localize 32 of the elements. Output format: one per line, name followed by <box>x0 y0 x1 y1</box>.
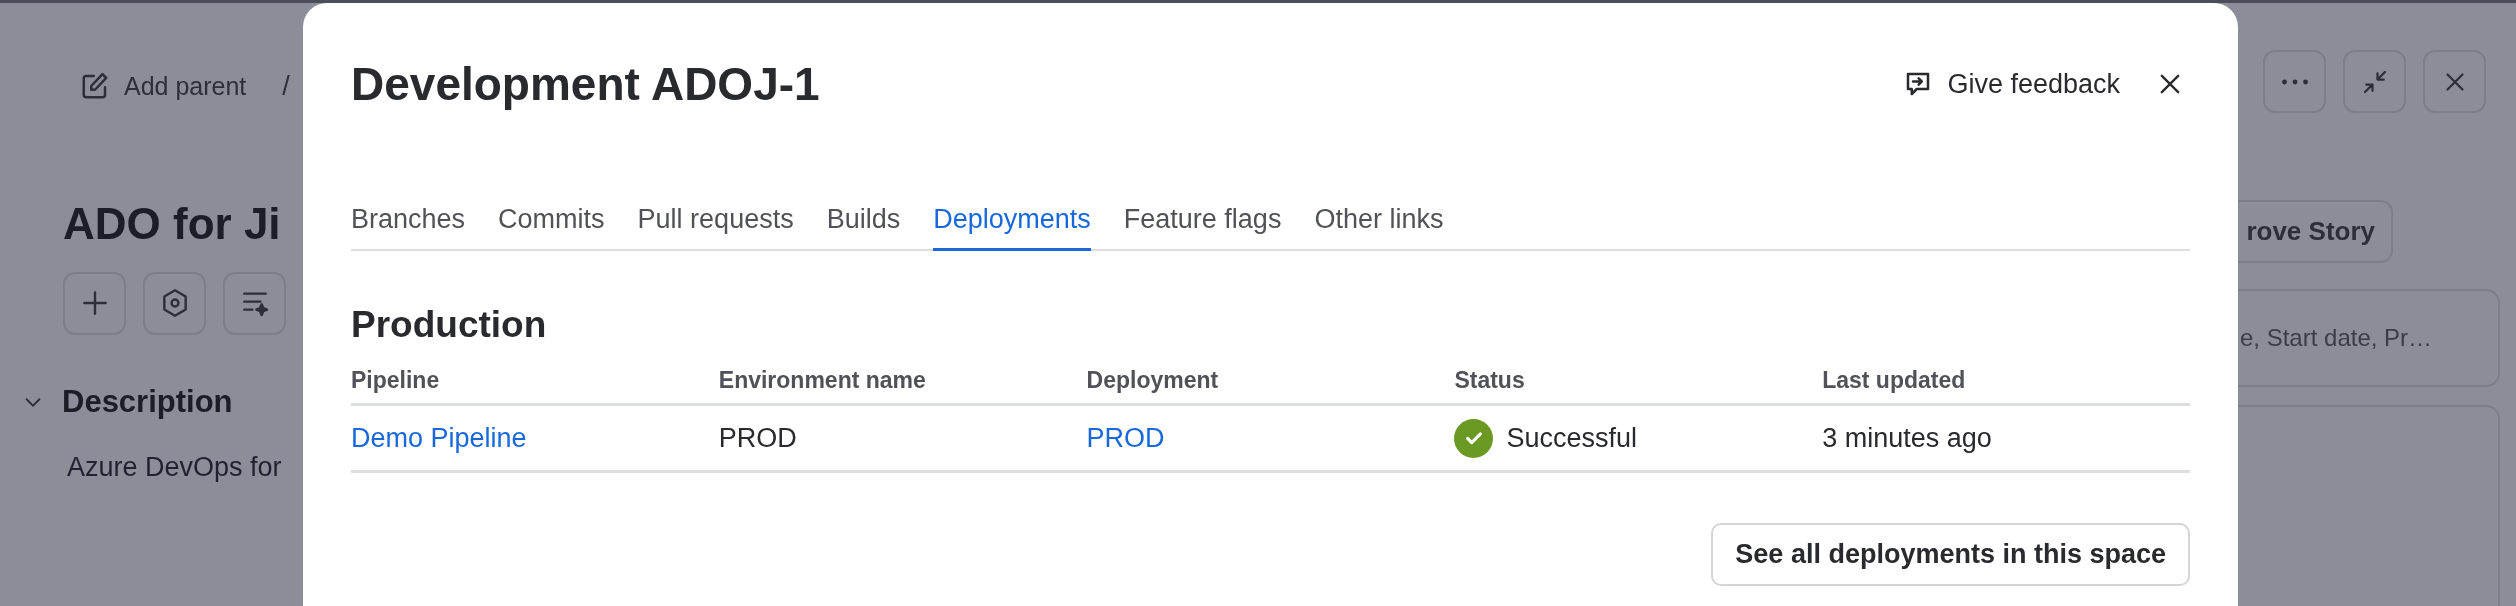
toolbar-button[interactable] <box>2423 50 2486 113</box>
status-text: Successful <box>1506 421 1637 455</box>
column-header: Status <box>1454 365 1526 395</box>
tab[interactable]: Builds <box>826 199 901 251</box>
breadcrumb-separator: / <box>282 70 290 103</box>
add-parent-button[interactable]: Add parent <box>80 67 247 105</box>
edit-icon <box>80 71 110 102</box>
page-title: ADO for Ji <box>62 201 282 246</box>
feedback-button[interactable]: Give feedback <box>1903 63 2120 105</box>
tab[interactable]: Feature flags <box>1123 199 1282 251</box>
see-all-button[interactable]: See all deployments in this space <box>1711 523 2190 586</box>
tab[interactable]: Branches <box>351 199 466 251</box>
toolbar-button[interactable] <box>63 271 126 335</box>
section-heading: Production <box>351 305 548 343</box>
section-heading: Description <box>62 382 233 421</box>
tab[interactable]: Pull requests <box>637 199 794 251</box>
column-header: Environment name <box>718 365 927 395</box>
table-link[interactable]: Demo Pipeline <box>351 422 527 453</box>
toolbar-button[interactable] <box>143 271 206 335</box>
more-icon <box>2279 77 2310 86</box>
column-header: Last updated <box>1822 365 1967 395</box>
table-link[interactable]: PROD <box>1086 422 1165 453</box>
toolbar-button[interactable] <box>223 271 286 335</box>
tab[interactable]: Deployments <box>933 199 1091 251</box>
toolbar-button[interactable] <box>2343 50 2406 113</box>
column-header: Pipeline <box>351 365 441 395</box>
tab[interactable]: Other links <box>1314 199 1444 251</box>
table-cell-text: PROD <box>718 421 798 455</box>
table-cell-text: 3 minutes ago <box>1822 421 1993 455</box>
description-text: Azure DevOps for <box>66 451 283 484</box>
tab[interactable]: Commits <box>498 199 605 251</box>
column-header: Deployment <box>1086 365 1220 395</box>
